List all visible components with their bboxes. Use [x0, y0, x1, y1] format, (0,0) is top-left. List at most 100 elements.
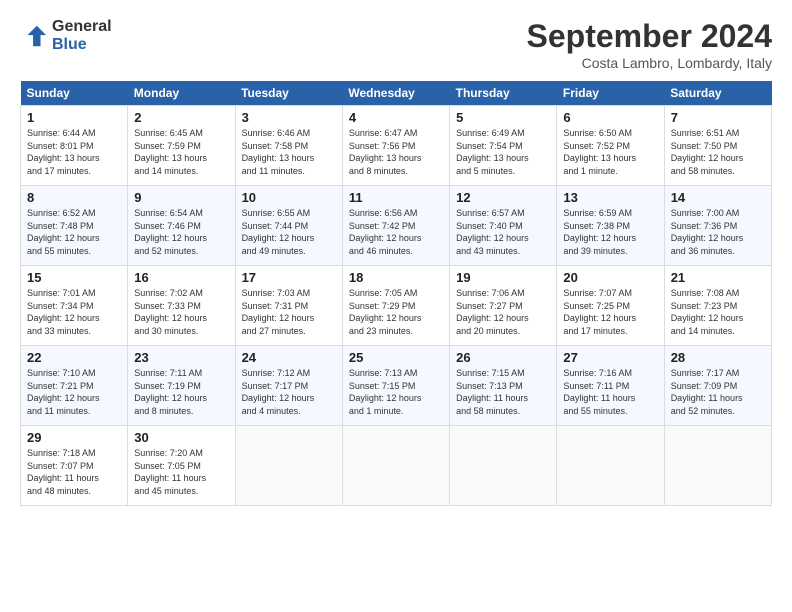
table-cell: 7 Sunrise: 6:51 AM Sunset: 7:50 PM Daylig… — [664, 106, 771, 186]
table-cell: 22 Sunrise: 7:10 AM Sunset: 7:21 PM Dayli… — [21, 346, 128, 426]
calendar-row: 8 Sunrise: 6:52 AM Sunset: 7:48 PM Daylig… — [21, 186, 772, 266]
day-info: Sunrise: 7:08 AM Sunset: 7:23 PM Dayligh… — [671, 287, 765, 337]
calendar-table: Sunday Monday Tuesday Wednesday Thursday… — [20, 81, 772, 506]
day-info: Sunrise: 7:15 AM Sunset: 7:13 PM Dayligh… — [456, 367, 550, 417]
calendar-subtitle: Costa Lambro, Lombardy, Italy — [527, 55, 772, 71]
table-cell: 4 Sunrise: 6:47 AM Sunset: 7:56 PM Daylig… — [342, 106, 449, 186]
day-number: 21 — [671, 270, 765, 285]
day-info: Sunrise: 6:45 AM Sunset: 7:59 PM Dayligh… — [134, 127, 228, 177]
day-info: Sunrise: 7:07 AM Sunset: 7:25 PM Dayligh… — [563, 287, 657, 337]
day-info: Sunrise: 7:11 AM Sunset: 7:19 PM Dayligh… — [134, 367, 228, 417]
logo: General Blue — [20, 18, 112, 53]
table-cell: 18 Sunrise: 7:05 AM Sunset: 7:29 PM Dayli… — [342, 266, 449, 346]
day-info: Sunrise: 6:51 AM Sunset: 7:50 PM Dayligh… — [671, 127, 765, 177]
day-number: 6 — [563, 110, 657, 125]
day-info: Sunrise: 6:57 AM Sunset: 7:40 PM Dayligh… — [456, 207, 550, 257]
day-number: 15 — [27, 270, 121, 285]
table-cell: 5 Sunrise: 6:49 AM Sunset: 7:54 PM Daylig… — [450, 106, 557, 186]
day-info: Sunrise: 6:46 AM Sunset: 7:58 PM Dayligh… — [242, 127, 336, 177]
day-info: Sunrise: 6:52 AM Sunset: 7:48 PM Dayligh… — [27, 207, 121, 257]
day-number: 28 — [671, 350, 765, 365]
table-cell: 28 Sunrise: 7:17 AM Sunset: 7:09 PM Dayli… — [664, 346, 771, 426]
table-cell: 14 Sunrise: 7:00 AM Sunset: 7:36 PM Dayli… — [664, 186, 771, 266]
day-number: 25 — [349, 350, 443, 365]
calendar-page: General Blue September 2024 Costa Lambro… — [0, 0, 792, 612]
day-info: Sunrise: 7:13 AM Sunset: 7:15 PM Dayligh… — [349, 367, 443, 417]
table-cell: 21 Sunrise: 7:08 AM Sunset: 7:23 PM Dayli… — [664, 266, 771, 346]
table-cell: 23 Sunrise: 7:11 AM Sunset: 7:19 PM Dayli… — [128, 346, 235, 426]
day-number: 10 — [242, 190, 336, 205]
table-cell: 25 Sunrise: 7:13 AM Sunset: 7:15 PM Dayli… — [342, 346, 449, 426]
calendar-row: 15Sunrise: 7:01 AM Sunset: 7:34 PM Dayli… — [21, 266, 772, 346]
day-info: Sunrise: 7:18 AM Sunset: 7:07 PM Dayligh… — [27, 447, 121, 497]
day-info: Sunrise: 6:55 AM Sunset: 7:44 PM Dayligh… — [242, 207, 336, 257]
day-number: 24 — [242, 350, 336, 365]
day-info: Sunrise: 7:17 AM Sunset: 7:09 PM Dayligh… — [671, 367, 765, 417]
day-number: 19 — [456, 270, 550, 285]
day-info: Sunrise: 6:44 AM Sunset: 8:01 PM Dayligh… — [27, 127, 121, 177]
table-cell: 8 Sunrise: 6:52 AM Sunset: 7:48 PM Daylig… — [21, 186, 128, 266]
day-info: Sunrise: 7:05 AM Sunset: 7:29 PM Dayligh… — [349, 287, 443, 337]
table-cell: 26 Sunrise: 7:15 AM Sunset: 7:13 PM Dayli… — [450, 346, 557, 426]
table-cell: 27Sunrise: 7:16 AM Sunset: 7:11 PM Dayli… — [557, 346, 664, 426]
day-number: 5 — [456, 110, 550, 125]
table-cell: 12 Sunrise: 6:57 AM Sunset: 7:40 PM Dayli… — [450, 186, 557, 266]
calendar-row: 29 Sunrise: 7:18 AM Sunset: 7:07 PM Dayli… — [21, 426, 772, 506]
day-info: Sunrise: 7:10 AM Sunset: 7:21 PM Dayligh… — [27, 367, 121, 417]
col-sunday: Sunday — [21, 81, 128, 106]
day-number: 30 — [134, 430, 228, 445]
table-cell: 9 Sunrise: 6:54 AM Sunset: 7:46 PM Daylig… — [128, 186, 235, 266]
day-number: 9 — [134, 190, 228, 205]
day-number: 23 — [134, 350, 228, 365]
table-cell: 11Sunrise: 6:56 AM Sunset: 7:42 PM Dayli… — [342, 186, 449, 266]
day-number: 4 — [349, 110, 443, 125]
day-number: 13 — [563, 190, 657, 205]
day-number: 8 — [27, 190, 121, 205]
day-number: 29 — [27, 430, 121, 445]
calendar-row: 1 Sunrise: 6:44 AM Sunset: 8:01 PM Daylig… — [21, 106, 772, 186]
day-info: Sunrise: 6:47 AM Sunset: 7:56 PM Dayligh… — [349, 127, 443, 177]
table-cell: 13 Sunrise: 6:59 AM Sunset: 7:38 PM Dayli… — [557, 186, 664, 266]
col-monday: Monday — [128, 81, 235, 106]
day-number: 12 — [456, 190, 550, 205]
table-cell: 20Sunrise: 7:07 AM Sunset: 7:25 PM Dayli… — [557, 266, 664, 346]
day-info: Sunrise: 7:12 AM Sunset: 7:17 PM Dayligh… — [242, 367, 336, 417]
table-cell — [342, 426, 449, 506]
day-number: 22 — [27, 350, 121, 365]
col-friday: Friday — [557, 81, 664, 106]
table-cell: 16Sunrise: 7:02 AM Sunset: 7:33 PM Dayli… — [128, 266, 235, 346]
page-header: General Blue September 2024 Costa Lambro… — [20, 18, 772, 71]
calendar-row: 22 Sunrise: 7:10 AM Sunset: 7:21 PM Dayli… — [21, 346, 772, 426]
day-info: Sunrise: 6:54 AM Sunset: 7:46 PM Dayligh… — [134, 207, 228, 257]
day-info: Sunrise: 7:03 AM Sunset: 7:31 PM Dayligh… — [242, 287, 336, 337]
logo-icon — [20, 22, 48, 50]
day-info: Sunrise: 6:49 AM Sunset: 7:54 PM Dayligh… — [456, 127, 550, 177]
col-wednesday: Wednesday — [342, 81, 449, 106]
col-saturday: Saturday — [664, 81, 771, 106]
calendar-header-row: Sunday Monday Tuesday Wednesday Thursday… — [21, 81, 772, 106]
day-info: Sunrise: 7:06 AM Sunset: 7:27 PM Dayligh… — [456, 287, 550, 337]
table-cell — [235, 426, 342, 506]
table-cell: 15Sunrise: 7:01 AM Sunset: 7:34 PM Dayli… — [21, 266, 128, 346]
day-number: 16 — [134, 270, 228, 285]
table-cell: 30Sunrise: 7:20 AM Sunset: 7:05 PM Dayli… — [128, 426, 235, 506]
table-cell — [664, 426, 771, 506]
day-number: 3 — [242, 110, 336, 125]
logo-text-blue: Blue — [52, 36, 112, 54]
day-info: Sunrise: 7:00 AM Sunset: 7:36 PM Dayligh… — [671, 207, 765, 257]
day-number: 14 — [671, 190, 765, 205]
day-info: Sunrise: 6:59 AM Sunset: 7:38 PM Dayligh… — [563, 207, 657, 257]
day-number: 26 — [456, 350, 550, 365]
day-info: Sunrise: 7:16 AM Sunset: 7:11 PM Dayligh… — [563, 367, 657, 417]
day-number: 18 — [349, 270, 443, 285]
table-cell: 1 Sunrise: 6:44 AM Sunset: 8:01 PM Daylig… — [21, 106, 128, 186]
col-thursday: Thursday — [450, 81, 557, 106]
day-number: 7 — [671, 110, 765, 125]
table-cell: 19 Sunrise: 7:06 AM Sunset: 7:27 PM Dayli… — [450, 266, 557, 346]
table-cell: 10 Sunrise: 6:55 AM Sunset: 7:44 PM Dayli… — [235, 186, 342, 266]
table-cell: 17Sunrise: 7:03 AM Sunset: 7:31 PM Dayli… — [235, 266, 342, 346]
day-number: 1 — [27, 110, 121, 125]
calendar-title: September 2024 — [527, 18, 772, 55]
day-number: 11 — [349, 190, 443, 205]
day-number: 2 — [134, 110, 228, 125]
